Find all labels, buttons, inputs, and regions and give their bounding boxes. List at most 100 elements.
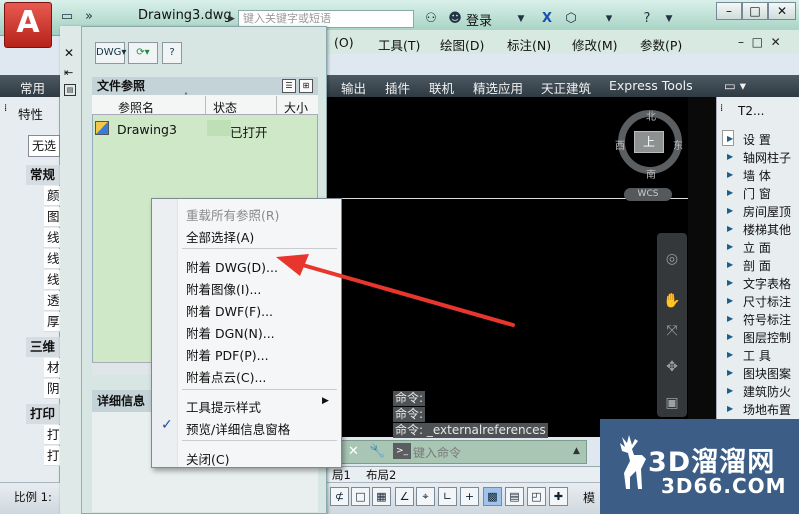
palette-properties-icon[interactable]: ▤ — [64, 84, 76, 96]
close-window-button[interactable]: ✕ — [768, 2, 796, 20]
infer-constraints-icon[interactable]: ⊄ — [330, 487, 349, 506]
property-row[interactable]: 线 — [44, 249, 60, 269]
viewcube-south[interactable]: 南 — [646, 166, 656, 181]
otrack-icon[interactable]: ∟ — [438, 487, 457, 506]
tab-tangent-architecture[interactable]: 天正建筑 — [541, 78, 591, 97]
orbit-icon[interactable]: ✥ — [661, 356, 683, 378]
tool-palette-item[interactable]: 图层控制 — [743, 329, 799, 346]
grid-icon[interactable]: ▦ — [372, 487, 391, 506]
quick-access-expand-icon[interactable]: » — [80, 8, 98, 26]
expand-arrow-icon[interactable]: ▶ — [727, 296, 733, 305]
tab-layout1[interactable]: 局1 — [332, 467, 351, 483]
tab-featured-apps[interactable]: 精选应用 — [473, 78, 523, 97]
menu-item-reload-all[interactable]: 重载所有参照(R) — [186, 205, 279, 224]
autodesk-360-icon[interactable]: ⬡ — [562, 10, 580, 28]
viewcube-west[interactable]: 西 — [615, 137, 625, 152]
expand-arrow-icon[interactable]: ▶ — [727, 350, 733, 359]
expand-arrow-icon[interactable]: ▶ — [727, 188, 733, 197]
tree-view-icon[interactable]: ⊞ — [299, 79, 313, 93]
menu-item-attach-dwg[interactable]: 附着 DWG(D)... — [186, 257, 278, 276]
palette-grip-icon[interactable]: ⁞ — [720, 103, 723, 114]
tool-palette-item[interactable]: 图块图案 — [743, 365, 799, 382]
help-icon[interactable]: ? — [162, 42, 182, 64]
menu-parametric[interactable]: 参数(P) — [640, 35, 682, 54]
ortho-icon[interactable]: + — [460, 487, 479, 506]
tool-palette-item[interactable]: 房间屋顶 — [743, 203, 799, 220]
expand-arrow-icon[interactable]: ▶ — [727, 134, 733, 143]
tool-palette-item[interactable]: 剖 面 — [743, 257, 799, 274]
viewcube-east[interactable]: 东 — [673, 137, 683, 152]
expand-arrow-icon[interactable]: ▶ — [727, 170, 733, 179]
tab-express-tools[interactable]: Express Tools — [609, 78, 693, 93]
maximize-button[interactable]: □ — [742, 2, 768, 20]
tab-online[interactable]: 联机 — [429, 78, 454, 97]
property-row[interactable]: 打 — [44, 425, 60, 445]
ribbon-options-icon[interactable]: ▭ ▾ — [724, 78, 746, 93]
tool-palette-item[interactable]: 场地布置 — [743, 401, 799, 418]
expand-arrow-icon[interactable]: ▶ — [727, 152, 733, 161]
viewcube-north[interactable]: 北 — [646, 108, 656, 123]
binoculars-icon[interactable]: ⚇ — [422, 10, 440, 28]
column-status[interactable]: 状态 — [213, 99, 237, 116]
zoom-icon[interactable]: ⤧ — [661, 320, 683, 342]
new-file-icon[interactable]: ▭ — [58, 8, 76, 26]
wrench-icon[interactable]: 🔧 — [369, 444, 385, 459]
tool-palette-item[interactable]: 轴网柱子 — [743, 149, 799, 166]
menu-item-attach-pdf[interactable]: 附着 PDF(P)... — [186, 345, 269, 364]
expand-arrow-icon[interactable]: ▶ — [727, 260, 733, 269]
property-row[interactable]: 打 — [44, 446, 60, 466]
tool-palette-item[interactable]: 门 窗 — [743, 185, 799, 202]
group-print[interactable]: 打印 — [26, 404, 60, 424]
tool-palette-item[interactable]: 符号标注 — [743, 311, 799, 328]
expand-arrow-icon[interactable]: ▶ — [727, 368, 733, 377]
menu-item-attach-point-cloud[interactable]: 附着点云(C)... — [186, 367, 266, 386]
property-row[interactable]: 材 — [44, 358, 60, 378]
snap-icon[interactable]: □ — [351, 487, 370, 506]
expand-arrow-icon[interactable]: ▶ — [727, 332, 733, 341]
property-row[interactable]: 图 — [44, 207, 60, 227]
exchange-icon[interactable]: X — [538, 10, 556, 28]
tool-palette-item[interactable]: 设 置 — [743, 131, 799, 148]
tab-layout2[interactable]: 布局2 — [366, 467, 396, 483]
close-icon[interactable]: ✕ — [64, 46, 74, 60]
model-space-toggle[interactable]: 模 — [583, 489, 595, 506]
column-reference-name[interactable]: 参照名 — [118, 99, 154, 116]
refresh-icon[interactable]: ⟳▾ — [128, 42, 158, 64]
application-menu-button[interactable]: A — [4, 2, 52, 48]
user-dropdown-icon[interactable]: ▾ — [600, 10, 618, 28]
expand-arrow-icon[interactable]: ▶ — [727, 386, 733, 395]
expand-arrow-icon[interactable]: ▶ — [727, 242, 733, 251]
group-general[interactable]: 常规 — [26, 165, 60, 185]
tool-palette-item[interactable]: 建筑防火 — [743, 383, 799, 400]
document-window-controls[interactable]: – □ ✕ — [738, 35, 781, 49]
list-view-icon[interactable]: ☰ — [282, 79, 296, 93]
help-dropdown-icon[interactable]: ▼ — [660, 10, 678, 28]
tool-palette-item[interactable]: 工 具 — [743, 347, 799, 364]
menu-tools[interactable]: 工具(T) — [378, 35, 420, 54]
expand-arrow-icon[interactable]: ▶ — [727, 206, 733, 215]
annotation-scale-label[interactable]: 比例 1: — [14, 489, 52, 505]
menu-item-close[interactable]: 关闭(C) — [186, 449, 229, 468]
menu-item-tooltip-style[interactable]: 工具提示样式 — [186, 397, 261, 416]
menu-dimension[interactable]: 标注(N) — [507, 35, 551, 54]
command-input[interactable]: 键入命令 — [413, 444, 461, 461]
menu-item-attach-dwf[interactable]: 附着 DWF(F)... — [186, 301, 273, 320]
menu-item-preview-details-pane[interactable]: 预览/详细信息窗格 — [186, 419, 290, 438]
pan-icon[interactable]: ✋ — [661, 290, 683, 312]
user-icon[interactable]: ☻ — [446, 10, 464, 28]
menu-modify[interactable]: 修改(M) — [572, 35, 618, 54]
minimize-button[interactable]: – — [716, 2, 742, 20]
menu-draw[interactable]: 绘图(D) — [440, 35, 484, 54]
property-row[interactable]: 阴 — [44, 379, 60, 399]
tab-output[interactable]: 输出 — [341, 78, 366, 97]
column-size[interactable]: 大小 — [284, 99, 308, 116]
auto-hide-icon[interactable]: ⇤ — [64, 66, 73, 79]
property-row[interactable]: 线 — [44, 228, 60, 248]
palette-grip-icon[interactable]: ⁞ — [4, 103, 7, 114]
tab-home[interactable]: 常用 — [20, 78, 45, 97]
expand-arrow-icon[interactable]: ▶ — [727, 224, 733, 233]
menu-item-attach-dgn[interactable]: 附着 DGN(N)... — [186, 323, 275, 342]
property-row[interactable]: 透 — [44, 291, 60, 311]
tool-palette-item[interactable]: 楼梯其他 — [743, 221, 799, 238]
wcs-menu[interactable]: WCS — [624, 188, 672, 201]
